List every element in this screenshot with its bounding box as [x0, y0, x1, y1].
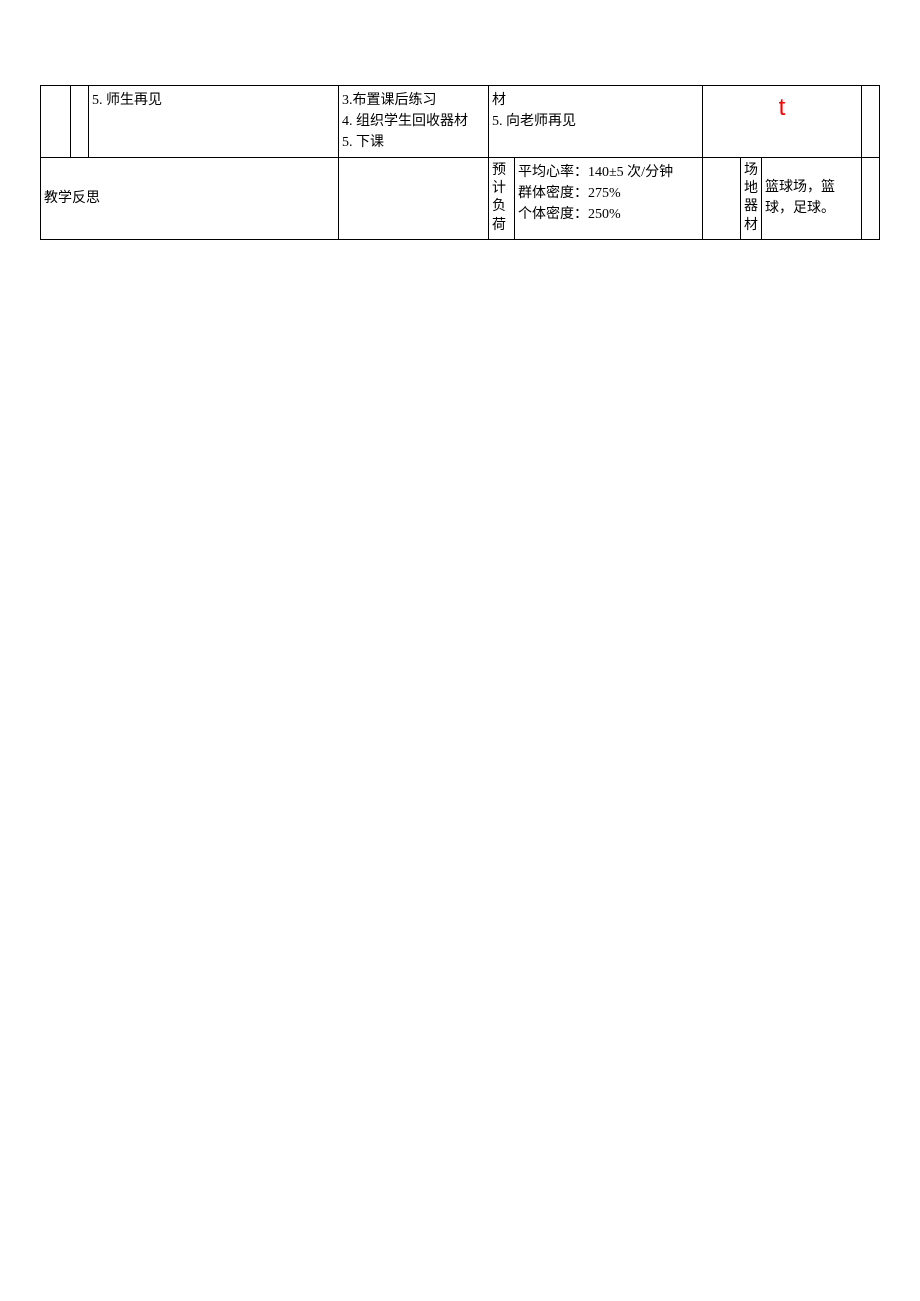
cell-reflection-content [339, 158, 489, 240]
char: 地 [744, 180, 758, 198]
char: 器 [744, 198, 758, 216]
table-row-1: 5. 师生再见 3.布置课后练习 4. 组织学生回收器材 5. 下课 材 5. … [41, 86, 880, 158]
char: 负 [492, 198, 511, 216]
cell-r1-c2 [71, 86, 89, 158]
char: 预 [492, 162, 511, 180]
char: 荷 [492, 217, 511, 235]
cell-load-content: 平均心率：140±5 次/分钟 群体密度：275% 个体密度：250% [515, 158, 703, 240]
char: 计 [492, 180, 511, 198]
cell-r1-c3: 5. 师生再见 [89, 86, 339, 158]
cell-r1-c4: 3.布置课后练习 4. 组织学生回收器材 5. 下课 [339, 86, 489, 158]
cell-r1-c1 [41, 86, 71, 158]
cell-r1-c8 [862, 86, 880, 158]
cell-empty [703, 158, 741, 240]
individual-density-line: 个体密度：250% [518, 204, 699, 225]
lesson-plan-table: 5. 师生再见 3.布置课后练习 4. 组织学生回收器材 5. 下课 材 5. … [40, 85, 880, 240]
cell-r1-icon: t [703, 86, 862, 158]
group-density-line: 群体密度：275% [518, 183, 699, 204]
cell-r1-c5: 材 5. 向老师再见 [489, 86, 703, 158]
text-line: 材 5. 向老师再见 [492, 93, 576, 129]
heart-rate-line: 平均心率：140±5 次/分钟 [518, 162, 699, 183]
reflection-label: 教学反思 [44, 191, 100, 206]
cell-equipment-label: 场 地 器 材 [741, 158, 762, 240]
cell-load-label: 预 计 负 荷 [489, 158, 515, 240]
text-line: 3.布置课后练习 4. 组织学生回收器材 5. 下课 [342, 93, 468, 150]
char: 材 [744, 217, 758, 235]
cell-r2-end [862, 158, 880, 240]
cell-equipment-content: 篮球场，篮球，足球。 [762, 158, 862, 240]
cell-reflection-label: 教学反思 [41, 158, 339, 240]
red-t-glyph: t [779, 94, 786, 121]
equipment-text: 篮球场，篮球，足球。 [765, 180, 835, 216]
char: 场 [744, 162, 758, 180]
table-row-2: 教学反思 预 计 负 荷 平均心率：140±5 次/分钟 群体密度：275% 个… [41, 158, 880, 240]
